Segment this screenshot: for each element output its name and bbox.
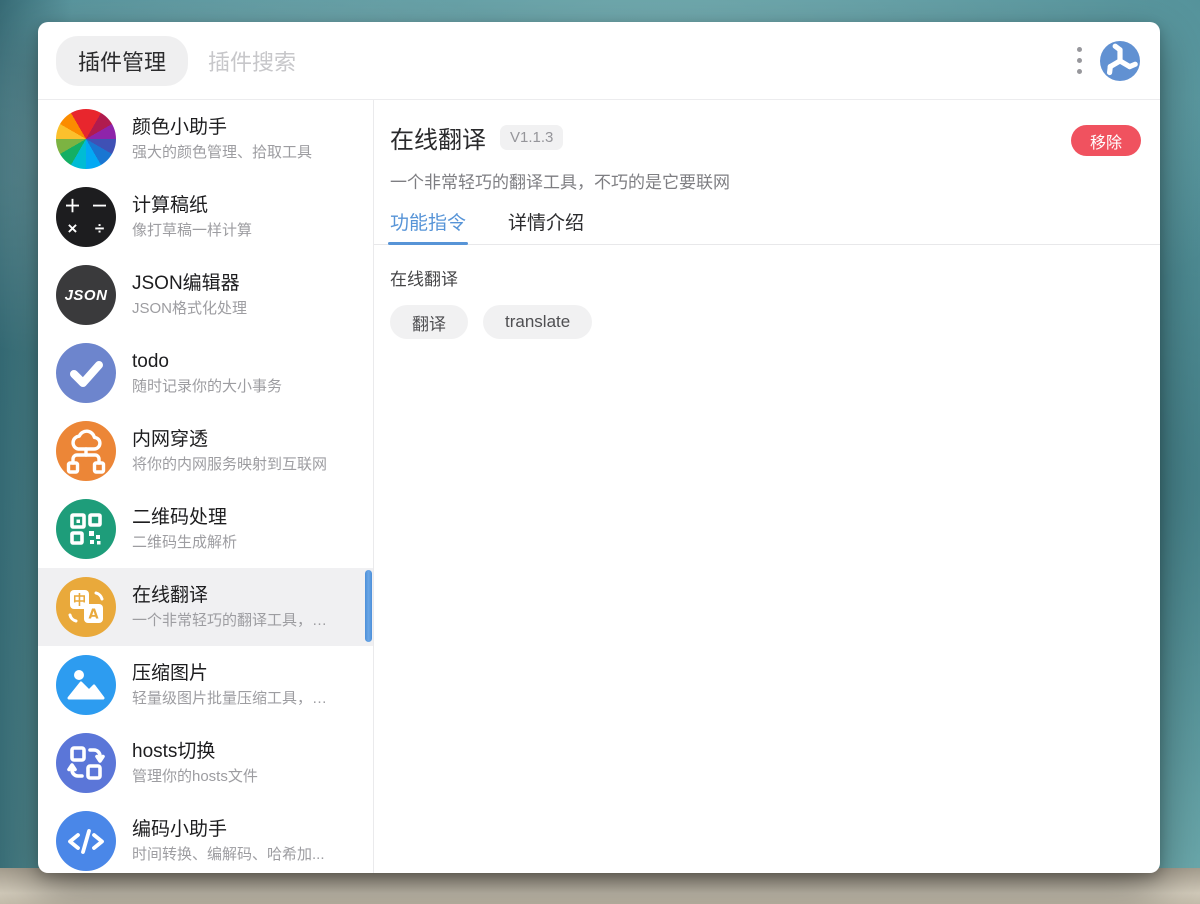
- plugin-subtitle: 一个非常轻巧的翻译工具，…: [132, 610, 327, 631]
- translate-icon: 中 A: [56, 577, 116, 637]
- plugin-subtitle: 二维码生成解析: [132, 532, 237, 553]
- hosts-swap-icon: [56, 733, 116, 793]
- plugin-title: 压缩图片: [132, 661, 327, 687]
- desktop-wallpaper-sand: [0, 868, 1200, 904]
- plugin-subtitle: JSON格式化处理: [132, 298, 247, 319]
- plugin-item-color-helper[interactable]: 颜色小助手 强大的颜色管理、拾取工具: [38, 100, 373, 178]
- tab-feature-commands[interactable]: 功能指令: [390, 208, 466, 244]
- keyword-tag: translate: [483, 305, 592, 339]
- tab-details-intro[interactable]: 详情介绍: [508, 208, 584, 244]
- plugin-detail-pane: 在线翻译 V1.1.3 移除 一个非常轻巧的翻译工具，不巧的是它要联网 功能指令…: [374, 100, 1160, 873]
- code-icon: [56, 811, 116, 871]
- plugin-item-qrcode[interactable]: 二维码处理 二维码生成解析: [38, 490, 373, 568]
- color-wheel-icon: [56, 109, 116, 169]
- json-icon: JSON: [56, 265, 116, 325]
- plugin-title: todo: [132, 349, 282, 375]
- cloud-network-icon: [56, 421, 116, 481]
- keyword-tag: 翻译: [390, 305, 468, 339]
- image-icon: [56, 655, 116, 715]
- utools-plugin-manager-window: 插件管理 插件搜索: [38, 22, 1160, 873]
- detail-header: 在线翻译 V1.1.3 移除 一个非常轻巧的翻译工具，不巧的是它要联网: [374, 100, 1160, 193]
- kebab-menu-icon[interactable]: [1073, 43, 1086, 78]
- plugin-title: 编码小助手: [132, 817, 325, 843]
- plugin-item-json-editor[interactable]: JSON JSON编辑器 JSON格式化处理: [38, 256, 373, 334]
- plugin-item-encode-helper[interactable]: 编码小助手 时间转换、编解码、哈希加...: [38, 802, 373, 873]
- plugin-search-input[interactable]: 插件搜索: [208, 45, 1073, 77]
- version-badge: V1.1.3: [500, 125, 563, 150]
- plugin-title: 在线翻译: [132, 583, 327, 609]
- calculator-icon: ＋－ ×÷: [56, 187, 116, 247]
- plugin-item-compress-image[interactable]: 压缩图片 轻量级图片批量压缩工具，…: [38, 646, 373, 724]
- tab-plugin-manage[interactable]: 插件管理: [56, 36, 188, 86]
- qrcode-icon: [56, 499, 116, 559]
- plugin-subtitle: 将你的内网服务映射到互联网: [132, 454, 327, 475]
- plugin-subtitle: 像打草稿一样计算: [132, 220, 252, 241]
- plugin-title: 颜色小助手: [132, 115, 312, 141]
- svg-text:中: 中: [73, 593, 86, 609]
- plugin-subtitle: 管理你的hosts文件: [132, 766, 258, 787]
- svg-text:A: A: [88, 608, 98, 623]
- header-actions: [1073, 41, 1140, 81]
- plugin-title: JSON编辑器: [132, 271, 247, 297]
- detail-tabs: 功能指令 详情介绍: [374, 208, 1160, 245]
- plugin-subtitle: 强大的颜色管理、拾取工具: [132, 142, 312, 163]
- plugin-subtitle: 时间转换、编解码、哈希加...: [132, 844, 325, 865]
- plugin-subtitle: 轻量级图片批量压缩工具，…: [132, 688, 327, 709]
- utools-logo-icon[interactable]: [1100, 41, 1140, 81]
- plugin-list: 颜色小助手 强大的颜色管理、拾取工具 ＋－ ×÷ 计算稿纸 像打草稿一样计算: [38, 100, 374, 873]
- checkmark-icon: [56, 343, 116, 403]
- plugin-item-todo[interactable]: todo 随时记录你的大小事务: [38, 334, 373, 412]
- command-group-title: 在线翻译: [390, 265, 1140, 290]
- plugin-subtitle: 随时记录你的大小事务: [132, 376, 282, 397]
- plugin-title: 内网穿透: [132, 427, 327, 453]
- plugin-description: 一个非常轻巧的翻译工具，不巧的是它要联网: [390, 168, 1140, 193]
- window-body: 颜色小助手 强大的颜色管理、拾取工具 ＋－ ×÷ 计算稿纸 像打草稿一样计算: [38, 100, 1160, 873]
- window-header: 插件管理 插件搜索: [38, 22, 1160, 100]
- plugin-item-calculator[interactable]: ＋－ ×÷ 计算稿纸 像打草稿一样计算: [38, 178, 373, 256]
- plugin-title: hosts切换: [132, 739, 258, 765]
- plugin-detail-title: 在线翻译: [390, 120, 486, 155]
- command-keywords: 翻译 translate: [390, 305, 1140, 339]
- sidebar-scrollbar-thumb[interactable]: [365, 570, 372, 642]
- plugin-item-online-translate[interactable]: 中 A 在线翻译 一个非常轻巧的翻译工具，…: [38, 568, 373, 646]
- plugin-item-hosts-switch[interactable]: hosts切换 管理你的hosts文件: [38, 724, 373, 802]
- plugin-title: 二维码处理: [132, 505, 237, 531]
- plugin-item-intranet-tunnel[interactable]: 内网穿透 将你的内网服务映射到互联网: [38, 412, 373, 490]
- plugin-title: 计算稿纸: [132, 193, 252, 219]
- feature-commands-section: 在线翻译 翻译 translate: [374, 245, 1160, 339]
- remove-plugin-button[interactable]: 移除: [1071, 125, 1141, 156]
